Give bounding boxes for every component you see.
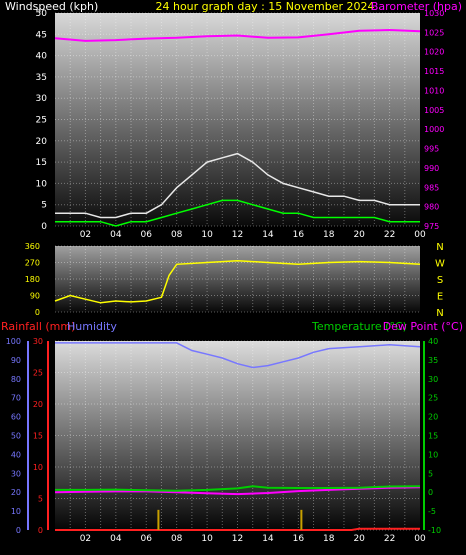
humidity-title: Humidity xyxy=(67,320,117,333)
direction-y-tick: 90 xyxy=(30,292,40,301)
direction-y-tick: 0 xyxy=(35,308,40,317)
x-tick-label: 04 xyxy=(110,230,122,240)
graph-title: 24 hour graph day : 15 November 2024 xyxy=(155,0,374,13)
baro-y-tick: 1020 xyxy=(424,48,444,57)
barometer-title: Barometer (hpa) xyxy=(371,0,462,13)
humidity-y-tick: 100 xyxy=(6,337,21,346)
baro-y-tick: 990 xyxy=(424,164,439,173)
x-tick-label: 12 xyxy=(232,534,243,544)
x-tick-label: 02 xyxy=(80,534,91,544)
humidity-y-tick: 80 xyxy=(11,375,21,384)
temp-y-tick: 35 xyxy=(428,356,438,365)
x-tick-label: 06 xyxy=(141,534,153,544)
rainfall-title: Rainfall (mm) xyxy=(1,320,75,333)
temp-y-tick: 0 xyxy=(428,488,433,497)
humidity-y-tick: 40 xyxy=(11,450,21,459)
temp-y-tick: 5 xyxy=(428,469,433,478)
x-tick-label: 08 xyxy=(171,534,183,544)
compass-label: E xyxy=(437,292,443,303)
x-tick-label: 22 xyxy=(384,230,395,240)
x-tick-label: 14 xyxy=(262,534,274,544)
temp-y-tick: -5 xyxy=(428,507,436,516)
temp-y-tick: 15 xyxy=(428,432,438,441)
wind-y-tick: 25 xyxy=(36,116,47,126)
wind-y-tick: 20 xyxy=(36,137,48,147)
baro-y-tick: 1005 xyxy=(424,106,444,115)
wind-title: Windspeed (kph) xyxy=(5,0,98,13)
compass-label: S xyxy=(437,275,443,286)
x-tick-label: 18 xyxy=(323,230,335,240)
wind-y-tick: 40 xyxy=(36,52,48,62)
x-tick-label: 12 xyxy=(232,230,243,240)
x-tick-label: 04 xyxy=(110,534,122,544)
temp-y-tick: 30 xyxy=(428,375,438,384)
humidity-y-tick: 70 xyxy=(11,394,21,403)
humidity-y-tick: 90 xyxy=(11,356,21,365)
x-tick-label: 00 xyxy=(414,534,426,544)
wind-y-tick: 15 xyxy=(36,158,47,168)
wind-y-tick: 30 xyxy=(36,94,48,104)
baro-y-tick: 1010 xyxy=(424,86,444,95)
x-tick-label: 14 xyxy=(262,230,274,240)
rain-y-tick: 30 xyxy=(33,337,43,346)
x-tick-label: 10 xyxy=(201,230,213,240)
humidity-y-tick: 60 xyxy=(11,413,21,422)
humidity-y-tick: 20 xyxy=(11,488,21,497)
x-tick-label: 16 xyxy=(293,230,305,240)
x-tick-label: 16 xyxy=(293,534,305,544)
wind-y-tick: 0 xyxy=(41,222,47,232)
temp-y-tick: 10 xyxy=(428,450,438,459)
rain-y-tick: 0 xyxy=(38,526,43,535)
compass-label: N xyxy=(436,308,443,319)
x-tick-label: 18 xyxy=(323,534,335,544)
x-tick-label: 00 xyxy=(414,230,426,240)
baro-y-tick: 975 xyxy=(424,222,439,231)
baro-y-tick: 1015 xyxy=(424,67,444,76)
x-tick-label: 06 xyxy=(141,230,153,240)
x-tick-label: 22 xyxy=(384,534,395,544)
temp-y-tick: 25 xyxy=(428,394,438,403)
direction-y-tick: 180 xyxy=(25,275,40,284)
wind-y-tick: 10 xyxy=(36,179,48,189)
rain-y-tick: 5 xyxy=(38,495,43,504)
baro-y-tick: 1000 xyxy=(424,125,444,134)
rain-y-tick: 25 xyxy=(33,369,43,378)
humidity-y-tick: 50 xyxy=(11,432,21,441)
baro-y-tick: 985 xyxy=(424,183,439,192)
direction-y-tick: 360 xyxy=(25,242,40,251)
x-tick-label: 02 xyxy=(80,230,91,240)
x-tick-label: 10 xyxy=(201,534,213,544)
compass-label: N xyxy=(436,242,443,253)
temp-y-tick: -10 xyxy=(428,526,441,535)
x-tick-label: 20 xyxy=(353,230,365,240)
compass-label: W xyxy=(435,259,445,270)
x-tick-label: 20 xyxy=(353,534,365,544)
dewpoint-title: Dew Point (°C) xyxy=(383,320,463,333)
humidity-y-tick: 10 xyxy=(11,507,21,516)
wind-y-tick: 35 xyxy=(36,73,47,83)
rain-y-tick: 15 xyxy=(33,432,43,441)
weather-graph: 0510152025303540455097598098599099510001… xyxy=(1,0,463,544)
humidity-y-tick: 0 xyxy=(16,526,21,535)
x-tick-label: 08 xyxy=(171,230,183,240)
wind-y-tick: 5 xyxy=(41,201,47,211)
humidity-y-tick: 30 xyxy=(11,469,21,478)
baro-y-tick: 995 xyxy=(424,145,439,154)
baro-y-tick: 1025 xyxy=(424,28,444,37)
direction-y-tick: 270 xyxy=(25,259,40,268)
wind-y-tick: 45 xyxy=(36,30,47,40)
temp-y-tick: 20 xyxy=(428,413,438,422)
rain-y-tick: 20 xyxy=(33,400,43,409)
baro-y-tick: 980 xyxy=(424,203,439,212)
rain-y-tick: 10 xyxy=(33,463,43,472)
temp-y-tick: 40 xyxy=(428,337,438,346)
